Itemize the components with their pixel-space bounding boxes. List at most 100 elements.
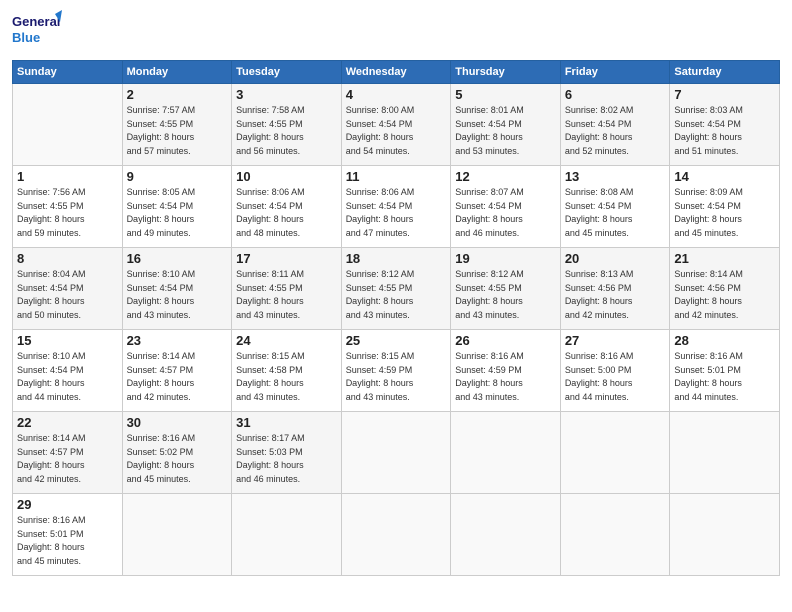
day-info: Sunrise: 8:13 AMSunset: 4:56 PMDaylight:… <box>565 268 666 322</box>
day-number: 10 <box>236 169 337 184</box>
calendar-cell: 24 Sunrise: 8:15 AMSunset: 4:58 PMDayligh… <box>232 330 342 412</box>
calendar-cell: 22 Sunrise: 8:14 AMSunset: 4:57 PMDayligh… <box>13 412 123 494</box>
day-number: 21 <box>674 251 775 266</box>
weekday-header: Thursday <box>451 61 561 84</box>
weekday-header: Wednesday <box>341 61 451 84</box>
day-number: 17 <box>236 251 337 266</box>
calendar-cell: 5 Sunrise: 8:01 AMSunset: 4:54 PMDaylight… <box>451 84 561 166</box>
day-info: Sunrise: 8:14 AMSunset: 4:57 PMDaylight:… <box>127 350 228 404</box>
day-number: 12 <box>455 169 556 184</box>
day-number: 30 <box>127 415 228 430</box>
calendar-cell <box>670 494 780 576</box>
calendar-cell: 29 Sunrise: 8:16 AMSunset: 5:01 PMDayligh… <box>13 494 123 576</box>
day-info: Sunrise: 8:06 AMSunset: 4:54 PMDaylight:… <box>346 186 447 240</box>
calendar-cell: 30 Sunrise: 8:16 AMSunset: 5:02 PMDayligh… <box>122 412 232 494</box>
calendar-week-row: 15Sunrise: 8:10 AMSunset: 4:54 PMDayligh… <box>13 330 780 412</box>
calendar-cell: 2 Sunrise: 7:57 AMSunset: 4:55 PMDaylight… <box>122 84 232 166</box>
day-info: Sunrise: 8:17 AMSunset: 5:03 PMDaylight:… <box>236 432 337 486</box>
day-info: Sunrise: 8:16 AMSunset: 5:02 PMDaylight:… <box>127 432 228 486</box>
day-info: Sunrise: 8:09 AMSunset: 4:54 PMDaylight:… <box>674 186 775 240</box>
calendar-cell: 12 Sunrise: 8:07 AMSunset: 4:54 PMDayligh… <box>451 166 561 248</box>
calendar-header-row: SundayMondayTuesdayWednesdayThursdayFrid… <box>13 61 780 84</box>
day-number: 20 <box>565 251 666 266</box>
header: General Blue <box>12 10 780 52</box>
calendar-cell: 15Sunrise: 8:10 AMSunset: 4:54 PMDayligh… <box>13 330 123 412</box>
weekday-header: Saturday <box>670 61 780 84</box>
day-number: 24 <box>236 333 337 348</box>
logo-svg: General Blue <box>12 10 62 52</box>
calendar-cell: 23 Sunrise: 8:14 AMSunset: 4:57 PMDayligh… <box>122 330 232 412</box>
day-number: 9 <box>127 169 228 184</box>
day-number: 22 <box>17 415 118 430</box>
day-number: 5 <box>455 87 556 102</box>
day-number: 29 <box>17 497 118 512</box>
day-number: 7 <box>674 87 775 102</box>
calendar-cell: 10 Sunrise: 8:06 AMSunset: 4:54 PMDayligh… <box>232 166 342 248</box>
calendar-cell: 3Sunrise: 7:58 AMSunset: 4:55 PMDaylight… <box>232 84 342 166</box>
weekday-header: Tuesday <box>232 61 342 84</box>
calendar-cell: 27 Sunrise: 8:16 AMSunset: 5:00 PMDayligh… <box>560 330 670 412</box>
calendar-cell <box>341 412 451 494</box>
calendar-week-row: 8 Sunrise: 8:04 AMSunset: 4:54 PMDaylight… <box>13 248 780 330</box>
day-info: Sunrise: 8:16 AMSunset: 5:01 PMDaylight:… <box>674 350 775 404</box>
svg-text:General: General <box>12 14 60 29</box>
day-number: 23 <box>127 333 228 348</box>
calendar-cell: 20 Sunrise: 8:13 AMSunset: 4:56 PMDayligh… <box>560 248 670 330</box>
day-number: 2 <box>127 87 228 102</box>
calendar-cell: 6 Sunrise: 8:02 AMSunset: 4:54 PMDaylight… <box>560 84 670 166</box>
day-number: 3 <box>236 87 337 102</box>
day-info: Sunrise: 8:16 AMSunset: 5:00 PMDaylight:… <box>565 350 666 404</box>
day-number: 19 <box>455 251 556 266</box>
calendar-week-row: 29 Sunrise: 8:16 AMSunset: 5:01 PMDayligh… <box>13 494 780 576</box>
day-info: Sunrise: 8:10 AMSunset: 4:54 PMDaylight:… <box>127 268 228 322</box>
calendar-cell: 25 Sunrise: 8:15 AMSunset: 4:59 PMDayligh… <box>341 330 451 412</box>
calendar-cell <box>451 494 561 576</box>
day-info: Sunrise: 8:16 AMSunset: 5:01 PMDaylight:… <box>17 514 118 568</box>
calendar-week-row: 2 Sunrise: 7:57 AMSunset: 4:55 PMDaylight… <box>13 84 780 166</box>
calendar-cell: 11 Sunrise: 8:06 AMSunset: 4:54 PMDayligh… <box>341 166 451 248</box>
day-number: 27 <box>565 333 666 348</box>
calendar-cell <box>13 84 123 166</box>
day-info: Sunrise: 8:10 AMSunset: 4:54 PMDaylight:… <box>17 350 118 404</box>
calendar-cell: 31 Sunrise: 8:17 AMSunset: 5:03 PMDayligh… <box>232 412 342 494</box>
day-info: Sunrise: 8:11 AMSunset: 4:55 PMDaylight:… <box>236 268 337 322</box>
day-info: Sunrise: 8:07 AMSunset: 4:54 PMDaylight:… <box>455 186 556 240</box>
day-number: 14 <box>674 169 775 184</box>
day-info: Sunrise: 8:06 AMSunset: 4:54 PMDaylight:… <box>236 186 337 240</box>
day-number: 4 <box>346 87 447 102</box>
day-info: Sunrise: 8:15 AMSunset: 4:58 PMDaylight:… <box>236 350 337 404</box>
day-info: Sunrise: 8:05 AMSunset: 4:54 PMDaylight:… <box>127 186 228 240</box>
day-number: 6 <box>565 87 666 102</box>
day-info: Sunrise: 8:14 AMSunset: 4:57 PMDaylight:… <box>17 432 118 486</box>
calendar-cell: 1Sunrise: 7:56 AMSunset: 4:55 PMDaylight… <box>13 166 123 248</box>
calendar-cell: 7Sunrise: 8:03 AMSunset: 4:54 PMDaylight… <box>670 84 780 166</box>
day-number: 31 <box>236 415 337 430</box>
calendar-cell: 21 Sunrise: 8:14 AMSunset: 4:56 PMDayligh… <box>670 248 780 330</box>
day-info: Sunrise: 8:01 AMSunset: 4:54 PMDaylight:… <box>455 104 556 158</box>
weekday-header: Monday <box>122 61 232 84</box>
day-info: Sunrise: 8:04 AMSunset: 4:54 PMDaylight:… <box>17 268 118 322</box>
calendar-cell <box>122 494 232 576</box>
day-info: Sunrise: 8:12 AMSunset: 4:55 PMDaylight:… <box>455 268 556 322</box>
day-info: Sunrise: 7:57 AMSunset: 4:55 PMDaylight:… <box>127 104 228 158</box>
calendar-cell: 17 Sunrise: 8:11 AMSunset: 4:55 PMDayligh… <box>232 248 342 330</box>
calendar-cell: 19 Sunrise: 8:12 AMSunset: 4:55 PMDayligh… <box>451 248 561 330</box>
day-number: 18 <box>346 251 447 266</box>
day-number: 25 <box>346 333 447 348</box>
page-container: General Blue SundayMondayTuesdayWednesda… <box>0 0 792 586</box>
calendar-cell: 4 Sunrise: 8:00 AMSunset: 4:54 PMDaylight… <box>341 84 451 166</box>
calendar-cell: 9 Sunrise: 8:05 AMSunset: 4:54 PMDaylight… <box>122 166 232 248</box>
day-number: 28 <box>674 333 775 348</box>
day-info: Sunrise: 8:16 AMSunset: 4:59 PMDaylight:… <box>455 350 556 404</box>
calendar-cell <box>560 494 670 576</box>
day-info: Sunrise: 8:15 AMSunset: 4:59 PMDaylight:… <box>346 350 447 404</box>
day-info: Sunrise: 8:14 AMSunset: 4:56 PMDaylight:… <box>674 268 775 322</box>
day-info: Sunrise: 8:00 AMSunset: 4:54 PMDaylight:… <box>346 104 447 158</box>
day-info: Sunrise: 8:08 AMSunset: 4:54 PMDaylight:… <box>565 186 666 240</box>
day-number: 11 <box>346 169 447 184</box>
day-info: Sunrise: 8:02 AMSunset: 4:54 PMDaylight:… <box>565 104 666 158</box>
calendar-cell <box>670 412 780 494</box>
logo: General Blue <box>12 10 62 52</box>
calendar-cell: 13Sunrise: 8:08 AMSunset: 4:54 PMDayligh… <box>560 166 670 248</box>
day-number: 8 <box>17 251 118 266</box>
